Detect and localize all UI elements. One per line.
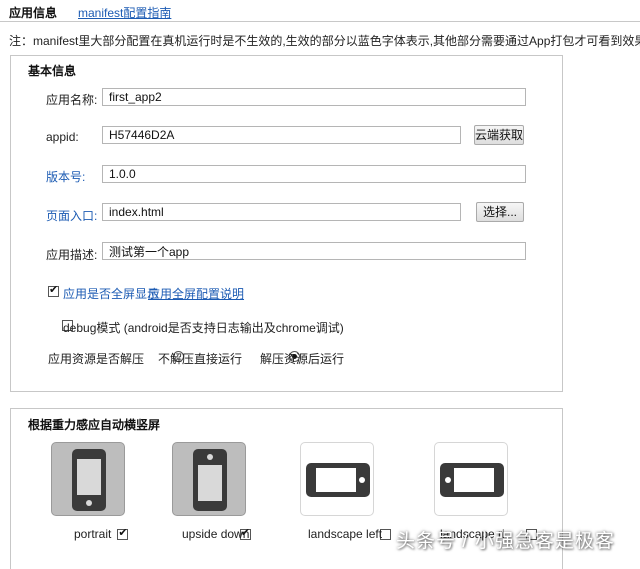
checkmark-icon: ✔ — [118, 527, 128, 539]
fullscreen-config-link[interactable]: 应用全屏配置说明 — [148, 285, 244, 302]
appid-field[interactable] — [102, 126, 461, 144]
upside-down-tile[interactable] — [172, 442, 246, 516]
app-name-label: 应用名称: — [46, 93, 98, 107]
phone-portrait-icon — [72, 449, 106, 511]
description-field[interactable] — [102, 242, 526, 260]
choose-file-button[interactable]: 选择... — [476, 202, 524, 222]
portrait-checkbox[interactable]: ✔ — [117, 527, 129, 540]
landscape-right-tile[interactable] — [434, 442, 508, 516]
debug-label: debug模式 (android是否支持日志输出及chrome调试) — [63, 321, 344, 335]
upside-down-label: upside down — [182, 527, 250, 541]
fullscreen-label: 应用是否全屏显示 — [63, 287, 160, 301]
version-field[interactable] — [102, 165, 526, 183]
tab-app-info[interactable]: 应用信息 — [9, 4, 57, 21]
description-label: 应用描述: — [46, 248, 98, 262]
unzip-label: 应用资源是否解压 — [48, 352, 145, 366]
tab-divider — [0, 21, 640, 22]
cloud-fetch-button[interactable]: 云端获取 — [474, 125, 524, 145]
checkmark-icon: ✔ — [49, 284, 59, 296]
fullscreen-checkbox[interactable]: ✔ — [48, 284, 59, 297]
phone-landscape-icon — [440, 463, 504, 497]
landscape-left-label: landscape left — [308, 527, 383, 541]
radio-no-unzip-label: 不解压直接运行 — [158, 352, 243, 366]
landscape-left-tile[interactable] — [300, 442, 374, 516]
tab-manifest-guide[interactable]: manifest配置指南 — [78, 4, 171, 21]
entry-page-label: 页面入口: — [46, 209, 98, 223]
portrait-tile[interactable] — [51, 442, 125, 516]
appid-label: appid: — [46, 130, 79, 144]
manifest-note: 注：manifest里大部分配置在真机运行时是不生效的,生效的部分以蓝色字体表示… — [9, 34, 640, 48]
watermark: 头条号 / 小强急客是极客 — [396, 531, 615, 552]
entry-page-field[interactable] — [102, 203, 461, 221]
version-label: 版本号: — [46, 170, 86, 184]
portrait-label: portrait — [74, 527, 112, 541]
radio-unzip-label: 解压资源后运行 — [260, 352, 345, 366]
basic-info-title: 基本信息 — [28, 64, 77, 78]
app-name-field[interactable] — [102, 88, 526, 106]
phone-portrait-icon — [193, 449, 227, 511]
orientation-title: 根据重力感应自动横竖屏 — [28, 418, 161, 432]
phone-landscape-icon — [306, 463, 370, 497]
